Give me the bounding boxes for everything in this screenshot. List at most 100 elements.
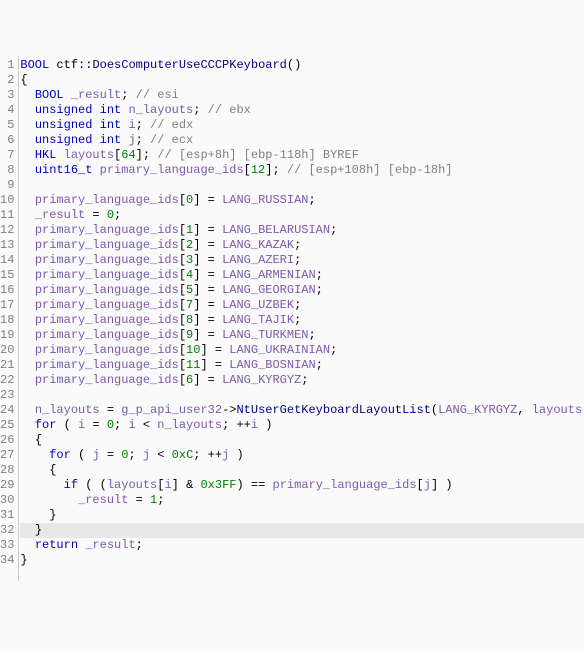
token-macro: LANG_KYRGYZ bbox=[222, 373, 301, 387]
token-punct: ; bbox=[330, 343, 337, 357]
line-number: 27 bbox=[0, 448, 14, 463]
code-line[interactable]: primary_language_ids[1] = LANG_BELARUSIA… bbox=[20, 223, 584, 238]
code-line[interactable]: uint16_t primary_language_ids[12]; // [e… bbox=[20, 163, 584, 178]
line-number: 30 bbox=[0, 493, 14, 508]
code-line[interactable]: } bbox=[20, 553, 584, 568]
code-line[interactable]: primary_language_ids[4] = LANG_ARMENIAN; bbox=[20, 268, 584, 283]
token-black bbox=[20, 298, 34, 312]
token-keyword: return bbox=[35, 538, 78, 552]
code-line[interactable]: _result = 0; bbox=[20, 208, 584, 223]
line-number: 11 bbox=[0, 208, 14, 223]
code-line[interactable]: unsigned int i; // edx bbox=[20, 118, 584, 133]
code-line[interactable]: { bbox=[20, 463, 584, 478]
token-keyword: if bbox=[64, 478, 78, 492]
code-line[interactable]: if ( (layouts[i] & 0x3FF) == primary_lan… bbox=[20, 478, 584, 493]
token-variable: n_layouts bbox=[35, 403, 100, 417]
code-line[interactable]: HKL layouts[64]; // [esp+8h] [ebp-118h] … bbox=[20, 148, 584, 163]
token-punct: ] = bbox=[200, 343, 229, 357]
code-line[interactable]: primary_language_ids[0] = LANG_RUSSIAN; bbox=[20, 193, 584, 208]
line-number: 18 bbox=[0, 313, 14, 328]
token-type: BOOL bbox=[35, 88, 64, 102]
token-punct: ] = bbox=[200, 358, 229, 372]
line-number: 22 bbox=[0, 373, 14, 388]
code-line[interactable]: primary_language_ids[3] = LANG_AZERI; bbox=[20, 253, 584, 268]
token-punct: = bbox=[100, 448, 122, 462]
code-line[interactable]: primary_language_ids[8] = LANG_TAJIK; bbox=[20, 313, 584, 328]
token-punct: ] ) bbox=[431, 478, 453, 492]
line-number: 3 bbox=[0, 88, 14, 103]
token-variable: primary_language_ids bbox=[35, 253, 179, 267]
token-black bbox=[20, 163, 34, 177]
code-area[interactable]: BOOL ctf::DoesComputerUseCCCPKeyboard(){… bbox=[18, 56, 584, 581]
code-line[interactable]: unsigned int n_layouts; // ebx bbox=[20, 103, 584, 118]
token-black bbox=[20, 463, 49, 477]
token-variable: j bbox=[128, 133, 135, 147]
token-punct: ; bbox=[136, 538, 143, 552]
token-keyword: unsigned int bbox=[35, 118, 121, 132]
code-line[interactable]: n_layouts = g_p_api_user32->NtUserGetKey… bbox=[20, 403, 584, 418]
token-punct: ( ( bbox=[78, 478, 107, 492]
code-line[interactable]: _result = 1; bbox=[20, 493, 584, 508]
code-line[interactable]: return _result; bbox=[20, 538, 584, 553]
code-line[interactable]: for ( j = 0; j < 0xC; ++j ) bbox=[20, 448, 584, 463]
line-number: 17 bbox=[0, 298, 14, 313]
code-line[interactable]: { bbox=[20, 73, 584, 88]
token-punct: ; bbox=[114, 418, 128, 432]
line-number: 16 bbox=[0, 283, 14, 298]
token-punct: ] = bbox=[193, 373, 222, 387]
code-line[interactable]: BOOL _result; // esi bbox=[20, 88, 584, 103]
token-punct: = bbox=[85, 418, 107, 432]
token-punct: ; bbox=[136, 133, 150, 147]
token-punct: = bbox=[128, 493, 150, 507]
token-macro: LANG_GEORGIAN bbox=[222, 283, 316, 297]
token-punct: ) bbox=[229, 448, 243, 462]
code-line[interactable] bbox=[20, 388, 584, 403]
token-variable: j bbox=[424, 478, 431, 492]
code-line[interactable]: primary_language_ids[9] = LANG_TURKMEN; bbox=[20, 328, 584, 343]
token-number: 0xC bbox=[172, 448, 194, 462]
token-punct: ; bbox=[316, 283, 323, 297]
token-macro: LANG_UKRAINIAN bbox=[229, 343, 330, 357]
code-line[interactable]: primary_language_ids[5] = LANG_GEORGIAN; bbox=[20, 283, 584, 298]
token-punct: [ bbox=[179, 373, 186, 387]
token-variable: primary_language_ids bbox=[35, 313, 179, 327]
token-macro: LANG_BOSNIAN bbox=[229, 358, 315, 372]
code-line[interactable]: } bbox=[20, 523, 584, 538]
code-line[interactable]: primary_language_ids[2] = LANG_KAZAK; bbox=[20, 238, 584, 253]
token-comment: // ebx bbox=[208, 103, 251, 117]
token-black bbox=[20, 448, 49, 462]
code-line[interactable]: BOOL ctf::DoesComputerUseCCCPKeyboard() bbox=[20, 58, 584, 73]
line-number: 15 bbox=[0, 268, 14, 283]
token-punct: = bbox=[100, 403, 122, 417]
token-variable: j bbox=[143, 448, 150, 462]
token-variable: _result bbox=[78, 493, 128, 507]
token-punct: ; bbox=[294, 313, 301, 327]
token-comment: // [esp+8h] [ebp-118h] BYREF bbox=[157, 148, 359, 162]
token-black bbox=[78, 538, 85, 552]
code-line[interactable]: primary_language_ids[11] = LANG_BOSNIAN; bbox=[20, 358, 584, 373]
token-black bbox=[20, 313, 34, 327]
code-line[interactable]: { bbox=[20, 433, 584, 448]
code-line[interactable]: unsigned int j; // ecx bbox=[20, 133, 584, 148]
token-black bbox=[20, 523, 34, 537]
code-line[interactable]: for ( i = 0; i < n_layouts; ++i ) bbox=[20, 418, 584, 433]
code-line[interactable]: primary_language_ids[7] = LANG_UZBEK; bbox=[20, 298, 584, 313]
token-punct: ] = bbox=[193, 268, 222, 282]
code-line[interactable]: primary_language_ids[10] = LANG_UKRAINIA… bbox=[20, 343, 584, 358]
token-variable: i bbox=[164, 478, 171, 492]
token-black bbox=[20, 253, 34, 267]
token-black bbox=[20, 268, 34, 282]
line-number: 14 bbox=[0, 253, 14, 268]
token-black bbox=[20, 238, 34, 252]
token-variable: layouts bbox=[532, 403, 582, 417]
line-number: 6 bbox=[0, 133, 14, 148]
code-line[interactable] bbox=[20, 178, 584, 193]
token-black bbox=[20, 148, 34, 162]
token-variable: primary_language_ids bbox=[35, 193, 179, 207]
token-punct: [ bbox=[179, 238, 186, 252]
line-number: 13 bbox=[0, 238, 14, 253]
token-punct: { bbox=[20, 73, 27, 87]
code-line[interactable]: } bbox=[20, 508, 584, 523]
code-line[interactable]: primary_language_ids[6] = LANG_KYRGYZ; bbox=[20, 373, 584, 388]
token-punct: ; bbox=[316, 268, 323, 282]
